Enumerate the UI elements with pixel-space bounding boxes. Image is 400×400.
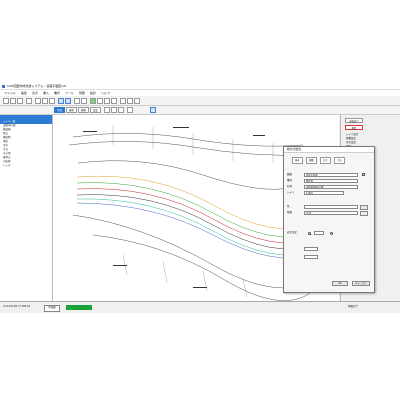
window-title: CAD図面作成支援システム - 道路平面図.sfc: [7, 84, 67, 88]
cancel-button[interactable]: キャンセル: [352, 281, 370, 286]
menu-item[interactable]: 挿入: [43, 90, 49, 96]
dialog-tab[interactable]: 文字: [320, 157, 331, 164]
display-button[interactable]: 画面表示: [345, 118, 363, 123]
tab-settings[interactable]: 設定: [90, 107, 102, 113]
menu-item[interactable]: 設計: [90, 90, 96, 96]
menu-item[interactable]: 書式: [54, 90, 60, 96]
delete-button[interactable]: 削除: [345, 125, 363, 130]
param-field[interactable]: [304, 247, 318, 251]
line-width-field[interactable]: 0.25: [304, 211, 358, 215]
save-icon[interactable]: [17, 98, 23, 104]
dialog-tab[interactable]: 寸法: [334, 157, 345, 164]
attribute-dialog: 線分の属性 基本 線種 文字 寸法 図面 道路平面図 種別 構造線 名称 道路幅…: [283, 146, 375, 293]
layer-tree-panel: レイヤ一覧 道路中心線 幅員線 測点 構造物 地形 文字 寸法 その他 基準点 …: [0, 115, 53, 301]
copy-icon[interactable]: [42, 98, 48, 104]
menu-item[interactable]: ファイル: [4, 90, 16, 96]
layer-field[interactable]: 4 幅員: [304, 191, 344, 195]
undo-icon[interactable]: [58, 98, 64, 104]
scale-icon[interactable]: [127, 107, 133, 113]
layer-icon[interactable]: [120, 98, 126, 104]
field-label: レイヤ: [287, 191, 295, 194]
name-field[interactable]: 道路幅員線(左側): [304, 185, 358, 189]
zoom-out-icon[interactable]: [81, 98, 87, 104]
snap-icon[interactable]: [134, 98, 140, 104]
text-icon[interactable]: [111, 98, 117, 104]
menu-item[interactable]: 編集: [21, 90, 27, 96]
tab-plan[interactable]: 平面: [54, 107, 66, 113]
menu-item[interactable]: 測量: [79, 90, 85, 96]
new-file-icon[interactable]: [3, 98, 9, 104]
redo-icon[interactable]: [65, 98, 71, 104]
tree-item[interactable]: ハッチ: [0, 164, 52, 168]
grid-icon[interactable]: [127, 98, 133, 104]
ok-button[interactable]: OK: [332, 281, 348, 286]
select-icon[interactable]: [104, 107, 110, 113]
paste-icon[interactable]: [49, 98, 55, 104]
tab-cross-section[interactable]: 横断: [78, 107, 90, 113]
menu-item[interactable]: ツール: [65, 90, 74, 96]
option-label: 表示設定: [287, 231, 298, 234]
dialog-tab[interactable]: 線種: [306, 157, 317, 164]
field-label: 線幅: [287, 211, 293, 214]
dialog-title: 線分の属性: [284, 147, 374, 153]
menu-item[interactable]: ヘルプ: [101, 90, 110, 96]
status-bar: X=1234.56 Y=789.01 平面図 準備完了: [0, 301, 400, 313]
field-label: 名称: [287, 185, 293, 188]
draw-arc-icon[interactable]: [97, 98, 103, 104]
info-icon[interactable]: [150, 107, 156, 113]
application-window: CAD図面作成支援システム - 道路平面図.sfc ファイル 編集 表示 挿入 …: [0, 84, 400, 313]
drawing-checkbox[interactable]: [362, 173, 365, 176]
measure-icon[interactable]: [104, 98, 110, 104]
option-radio[interactable]: [330, 232, 333, 235]
field-label: 色: [287, 205, 290, 208]
coordinate-readout: X=1234.56 Y=789.01: [3, 305, 31, 308]
color-field[interactable]: [304, 205, 358, 209]
main-toolbar: [0, 97, 400, 106]
field-label: 種別: [287, 179, 293, 182]
view-toolbar: 平面 縦断 横断 設定: [0, 106, 400, 115]
move-icon[interactable]: [111, 107, 117, 113]
tab-profile[interactable]: 縦断: [66, 107, 78, 113]
drawing-field[interactable]: 道路平面図: [304, 173, 358, 177]
zoom-in-icon[interactable]: [74, 98, 80, 104]
option-radio[interactable]: [308, 232, 311, 235]
progress-indicator: [66, 305, 92, 310]
rotate-icon[interactable]: [118, 107, 124, 113]
app-icon: [2, 85, 5, 88]
param-field[interactable]: [304, 255, 318, 259]
menu-item[interactable]: 表示: [32, 90, 38, 96]
line-width-button[interactable]: [360, 211, 368, 216]
print-icon[interactable]: [26, 98, 32, 104]
dialog-tab[interactable]: 基本: [292, 157, 303, 164]
status-tab[interactable]: 平面図: [44, 305, 60, 312]
status-message: 準備完了: [348, 305, 359, 308]
field-label: 図面: [287, 173, 293, 176]
color-picker-button[interactable]: [360, 205, 368, 210]
type-field[interactable]: 構造線: [304, 179, 358, 183]
cut-icon[interactable]: [35, 98, 41, 104]
open-file-icon[interactable]: [10, 98, 16, 104]
draw-line-icon[interactable]: [90, 98, 96, 104]
menu-bar: ファイル 編集 表示 挿入 書式 ツール 測量 設計 ヘルプ: [0, 90, 400, 96]
option-value[interactable]: [314, 231, 324, 235]
